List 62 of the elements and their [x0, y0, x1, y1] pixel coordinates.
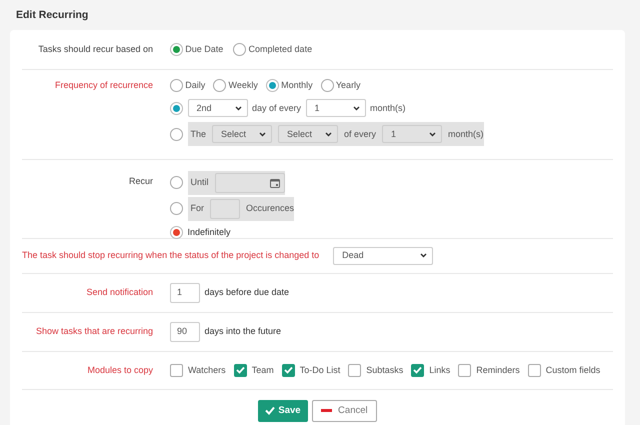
radio-button[interactable]: [170, 42, 183, 56]
field-label: Send notification: [85, 286, 153, 299]
option-label: Team: [252, 364, 274, 376]
input-field[interactable]: 90: [170, 322, 200, 342]
radio-button[interactable]: [266, 79, 279, 92]
caret-icon: [420, 253, 428, 258]
option-label: The: [190, 128, 206, 140]
field-suffix: days before due date: [204, 286, 290, 299]
option-label: Weekly: [228, 78, 258, 92]
field-label: Tasks should recur based on: [37, 42, 153, 56]
select-field[interactable]: Dead: [333, 246, 434, 265]
minus-icon: [321, 409, 332, 412]
option-label: of every: [344, 128, 376, 141]
caret-icon: [429, 132, 436, 137]
checkbox[interactable]: [170, 364, 183, 377]
checkbox[interactable]: [282, 364, 295, 377]
checkbox[interactable]: [348, 364, 362, 377]
save-button[interactable]: Save: [258, 400, 308, 422]
option-label: Links: [429, 364, 450, 376]
check-icon: [265, 406, 276, 416]
field-label: Frequency of recurrence: [54, 78, 153, 92]
radio-button[interactable]: [170, 102, 183, 115]
option-label: month(s): [448, 128, 484, 141]
radio-button[interactable]: [213, 79, 226, 92]
page-title: Edit Recurring: [15, 8, 90, 23]
option-label: Yearly: [336, 78, 361, 92]
option-label: To-Do List: [300, 364, 340, 376]
radio-button[interactable]: [233, 42, 246, 56]
field-suffix: days into the future: [204, 325, 282, 338]
option-label: Reminders: [476, 364, 520, 376]
field-label: Modules to copy: [86, 364, 153, 377]
option-label: Subtasks: [366, 364, 404, 376]
caret-icon: [234, 106, 242, 111]
cancel-button[interactable]: Cancel: [312, 400, 377, 422]
option-label: Occurences: [246, 202, 294, 215]
option-label: Custom fields: [546, 364, 600, 376]
field-label: The task should stop recurring when the status of the project is changed to: [22, 249, 320, 262]
checkbox[interactable]: [528, 364, 541, 377]
checkbox[interactable]: [234, 364, 247, 377]
radio-button[interactable]: [170, 226, 183, 240]
option-label: Until: [190, 176, 209, 189]
radio-button[interactable]: [320, 79, 334, 92]
option-label: Indefinitely: [188, 226, 231, 239]
option-label: month(s): [370, 102, 406, 115]
caret-icon: [352, 106, 360, 111]
caret-icon: [259, 132, 266, 137]
field-label: Show tasks that are recurring: [34, 325, 153, 338]
radio-button[interactable]: [170, 79, 183, 92]
option-label: day of every: [252, 102, 302, 115]
checkbox[interactable]: [411, 364, 424, 377]
select-field[interactable]: 2nd: [188, 99, 248, 118]
input-field[interactable]: 1: [170, 282, 200, 303]
caret-icon: [325, 132, 332, 137]
select-field[interactable]: 1: [306, 99, 366, 118]
option-label: Completed date: [248, 42, 312, 56]
option-label: Watchers: [188, 364, 226, 376]
option-label: Due Date: [185, 42, 224, 56]
checkbox[interactable]: [458, 364, 472, 377]
field-label: Recur: [128, 174, 153, 188]
option-label: Monthly: [281, 78, 313, 92]
option-label: Daily: [185, 78, 206, 92]
option-label: For: [190, 202, 204, 215]
